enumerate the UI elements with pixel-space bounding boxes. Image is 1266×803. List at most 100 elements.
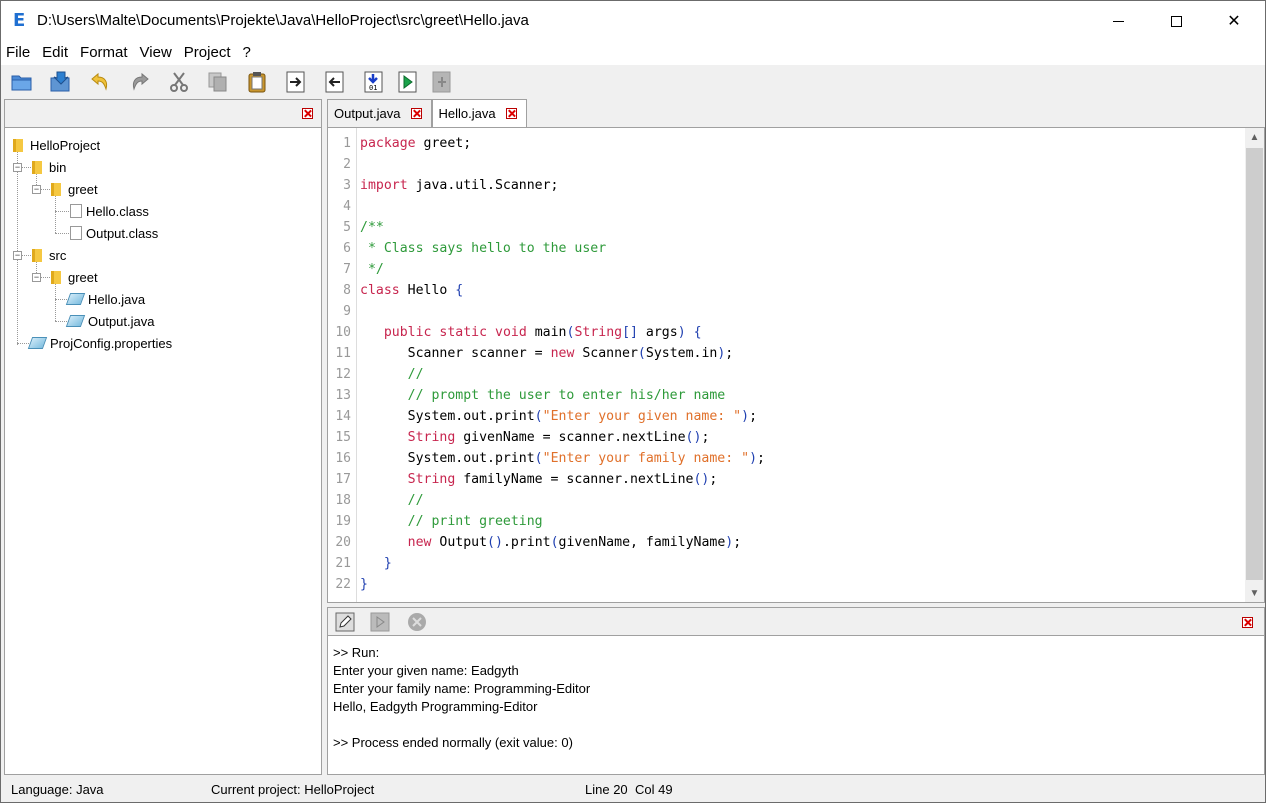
minimize-icon [1112, 20, 1124, 22]
code-line[interactable]: // prompt the user to enter his/her name [360, 385, 765, 406]
edit-icon [335, 612, 355, 632]
collapse-bin-greet-toggle[interactable]: − [32, 185, 41, 194]
tab-hello-java[interactable]: Hello.java [431, 99, 527, 127]
run-disabled-button[interactable] [430, 70, 454, 94]
line-number: 19 [335, 514, 351, 529]
code-line[interactable]: new Output().print(givenName, familyName… [360, 532, 765, 553]
menu-edit[interactable]: Edit [36, 41, 74, 65]
close-tab-icon[interactable] [505, 108, 517, 119]
tree-item-projconfig[interactable]: ProjConfig.properties [27, 332, 172, 354]
editor-tabs: Output.java Hello.java [327, 99, 527, 127]
tree-item-src[interactable]: src [32, 244, 66, 266]
minimize-button[interactable] [1089, 1, 1147, 41]
save-button[interactable] [49, 70, 73, 94]
tree-item-output-class[interactable]: Output.class [70, 222, 158, 244]
tree-item-hello-class[interactable]: Hello.class [70, 200, 149, 222]
redo-button[interactable] [128, 70, 152, 94]
code-editor[interactable]: 1 2 3 4 5 6 7 8 9 10 11 12 13 14 15 16 17 18 19 20 21 22 pack… [327, 127, 1265, 603]
status-project: Current project: HelloProject [211, 782, 375, 797]
tree-item-bin-greet[interactable]: greet [51, 178, 98, 200]
code-line[interactable]: System.out.print("Enter your family name… [360, 448, 765, 469]
scroll-down-icon[interactable]: ▼ [1245, 584, 1264, 602]
paste-button[interactable] [245, 70, 269, 94]
line-number: 12 [335, 367, 351, 382]
code-line[interactable]: /** [360, 217, 765, 238]
code-line[interactable] [360, 154, 765, 175]
tree-item-bin[interactable]: bin [32, 156, 66, 178]
undo-button[interactable] [88, 70, 112, 94]
code-line[interactable]: String familyName = scanner.nextLine(); [360, 469, 765, 490]
tree-item-output-java[interactable]: Output.java [65, 310, 155, 332]
line-number: 15 [335, 430, 351, 445]
code-line[interactable]: // [360, 490, 765, 511]
console-line: >> Run: [333, 645, 380, 660]
line-number: 2 [343, 157, 351, 172]
console-stop-button[interactable] [407, 612, 427, 632]
close-tab-icon[interactable] [410, 108, 422, 119]
copy-button[interactable] [206, 70, 230, 94]
line-number: 14 [335, 409, 351, 424]
code-line[interactable]: } [360, 553, 765, 574]
code-line[interactable]: } [360, 574, 765, 595]
scroll-thumb[interactable] [1246, 148, 1263, 580]
menu-view[interactable]: View [134, 41, 178, 65]
indent-button[interactable] [284, 70, 308, 94]
line-number: 1 [343, 136, 351, 151]
status-language: Language: Java [11, 782, 104, 797]
code-line[interactable] [360, 301, 765, 322]
line-number: 10 [335, 325, 351, 340]
open-button[interactable] [10, 70, 34, 94]
console-line: Enter your given name: Eadgyth [333, 663, 519, 678]
redo-icon [132, 72, 149, 91]
tree-item-src-greet[interactable]: greet [51, 266, 98, 288]
menu-file[interactable]: File [1, 41, 36, 65]
code-line[interactable]: public static void main(String[] args) { [360, 322, 765, 343]
code-line[interactable]: import java.util.Scanner; [360, 175, 765, 196]
compile-button[interactable]: 01 [362, 70, 386, 94]
code-line[interactable]: System.out.print("Enter your given name:… [360, 406, 765, 427]
code-line[interactable]: // print greeting [360, 511, 765, 532]
maximize-icon [1170, 15, 1182, 27]
run-icon [398, 71, 417, 93]
close-window-button[interactable]: ✕ [1205, 1, 1263, 41]
status-col: Col 49 [635, 782, 673, 797]
cut-icon [170, 72, 188, 92]
line-number: 7 [343, 262, 351, 277]
console-header [328, 608, 1264, 636]
collapse-src-greet-toggle[interactable]: − [32, 273, 41, 282]
close-console-icon[interactable] [1242, 617, 1253, 628]
code-text[interactable]: package greet; import java.util.Scanner;… [360, 133, 765, 595]
code-line[interactable]: // [360, 364, 765, 385]
file-icon [70, 226, 82, 240]
copy-icon [208, 72, 227, 92]
code-line[interactable]: Scanner scanner = new Scanner(System.in)… [360, 343, 765, 364]
code-line[interactable]: * Class says hello to the user [360, 238, 765, 259]
collapse-bin-toggle[interactable]: − [13, 163, 22, 172]
collapse-src-toggle[interactable]: − [13, 251, 22, 260]
cut-button[interactable] [167, 70, 191, 94]
run-disabled-icon [432, 71, 451, 93]
edit-command-button[interactable] [335, 612, 355, 632]
menu-format[interactable]: Format [74, 41, 134, 65]
editor-vertical-scrollbar[interactable]: ▲ ▼ [1245, 128, 1264, 602]
menu-help[interactable]: ? [236, 41, 256, 65]
maximize-button[interactable] [1147, 1, 1205, 41]
console-run-button[interactable] [370, 612, 390, 632]
run-button[interactable] [396, 70, 420, 94]
tree-label: Output.java [88, 313, 155, 329]
outdent-button[interactable] [323, 70, 347, 94]
undo-icon [91, 72, 108, 91]
code-line[interactable]: class Hello { [360, 280, 765, 301]
scroll-up-icon[interactable]: ▲ [1245, 128, 1264, 146]
close-project-panel-icon[interactable] [302, 108, 313, 119]
menu-project[interactable]: Project [178, 41, 237, 65]
folder-icon [51, 182, 61, 196]
line-number: 8 [343, 283, 351, 298]
code-line[interactable]: */ [360, 259, 765, 280]
tab-output-java[interactable]: Output.java [327, 99, 432, 127]
code-line[interactable]: String givenName = scanner.nextLine(); [360, 427, 765, 448]
tree-item-hello-java[interactable]: Hello.java [65, 288, 145, 310]
code-line[interactable]: package greet; [360, 133, 765, 154]
code-line[interactable] [360, 196, 765, 217]
tree-item-root[interactable]: HelloProject [13, 134, 100, 156]
